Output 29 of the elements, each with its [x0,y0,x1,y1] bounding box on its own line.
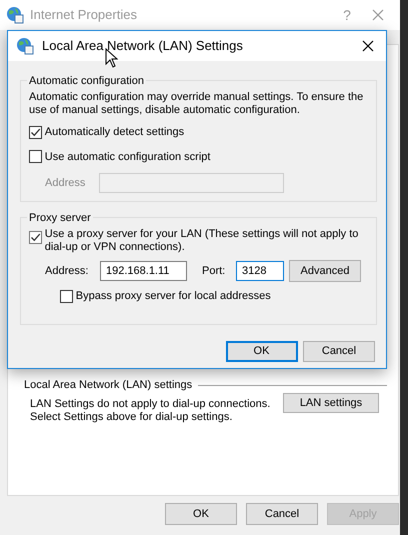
checkbox[interactable] [60,290,73,303]
address-field[interactable]: 192.168.1.11 [100,261,187,281]
field-label: Address: [45,264,90,279]
group-label: Local Area Network (LAN) settings [24,378,192,393]
close-icon[interactable] [362,40,374,52]
dialog-button[interactable]: OK [165,503,237,525]
field-label: Port: [202,264,226,279]
checkbox[interactable] [29,126,42,139]
description-text: Automatic configuration may override manual settings. To ensure the use of manual settings, disable automatic configuration. [29,91,364,117]
checkbox-label: Use a proxy server for your LAN (These settings will not apply to dial-up or VPN connections). [44,228,360,254]
globe-icon [16,37,34,55]
lan-settings-button[interactable]: LAN settings [283,393,379,413]
lan-description: LAN Settings do not apply to dial-up connections. Select Settings above for dial-up settings. [30,398,270,424]
port-field[interactable]: 3128 [236,261,284,281]
dialog-button[interactable]: OK [226,341,298,362]
dialog-button[interactable]: Cancel [303,341,375,362]
group-label: Automatic configuration [27,73,146,90]
advanced-button[interactable]: Advanced [289,260,361,282]
field-label: Address [45,176,86,191]
dialog-button[interactable]: Cancel [246,503,318,525]
checkbox-label: Automatically detect settings [44,125,184,140]
window-title: Internet Properties [30,6,138,24]
checkbox-label: Use automatic configuration script [44,150,210,164]
dialog-title: Local Area Network (LAN) Settings [42,37,244,56]
group-label: Proxy server [27,210,93,226]
checkbox[interactable] [29,231,42,244]
globe-icon [6,6,24,24]
checkbox-label: Bypass proxy server for local addresses [76,289,271,304]
checkbox[interactable] [29,150,42,164]
